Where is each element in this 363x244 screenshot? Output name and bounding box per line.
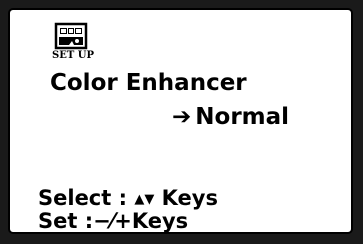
down-triangle-icon: ▼ [144, 192, 155, 207]
setup-icon [54, 22, 88, 50]
lcd-screen: SET UP Color Enhancer ➔ Normal Select : ▲… [8, 8, 353, 234]
select-help-suffix: Keys [154, 186, 218, 210]
selected-option[interactable]: ➔ Normal [172, 104, 289, 130]
option-value: Normal [195, 104, 290, 130]
right-arrow-icon: ➔ [172, 104, 192, 130]
select-help: Select : ▲▼ Keys [38, 186, 218, 210]
menu-title: Color Enhancer [50, 70, 247, 96]
up-triangle-icon: ▲ [134, 192, 145, 207]
select-help-prefix: Select : [38, 186, 135, 210]
set-help: Set :−⁄+Keys [38, 209, 189, 233]
setup-label: SET UP [52, 50, 95, 61]
